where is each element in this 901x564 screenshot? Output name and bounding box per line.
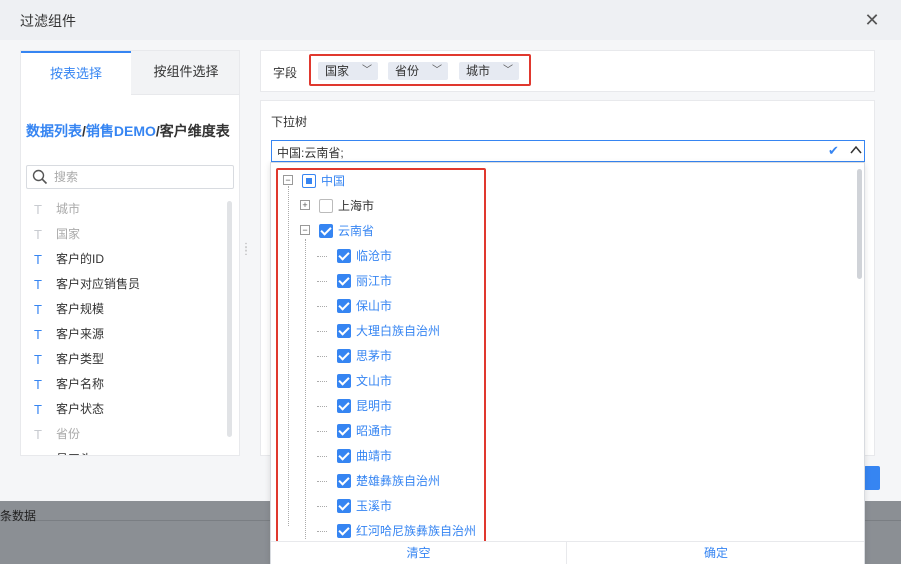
field-list-scrollbar[interactable] xyxy=(227,201,232,437)
field-name: 客户的ID xyxy=(56,252,105,266)
field-list-item[interactable]: T 客户类型 xyxy=(21,347,226,372)
search-icon xyxy=(32,169,48,185)
field-chips-highlight: 国家 ﹀ 省份 ﹀ 城市 ﹀ xyxy=(309,54,531,86)
field-chip-country[interactable]: 国家 ﹀ xyxy=(318,62,378,80)
field-search-box xyxy=(26,165,234,189)
tree-footer: 清空 确定 xyxy=(271,541,864,564)
chip-label: 国家 xyxy=(325,64,350,78)
confirm-button[interactable]: 确定 xyxy=(568,542,864,564)
check-icon: ✔ xyxy=(828,143,839,158)
field-list-item[interactable]: T 国家 xyxy=(21,222,226,247)
clear-button[interactable]: 清空 xyxy=(271,542,567,564)
field-list-item[interactable]: T 客户规模 xyxy=(21,297,226,322)
dropdown-tree-input[interactable]: 中国:云南省; ✔ xyxy=(271,140,865,162)
text-type-icon: T xyxy=(34,427,42,442)
field-name: 客户规模 xyxy=(56,302,105,316)
tab-by-component[interactable]: 按组件选择 xyxy=(131,51,239,95)
field-name: 客户状态 xyxy=(56,402,105,416)
field-list-item[interactable]: T 客户的ID xyxy=(21,247,226,272)
row-count-text: 条数据 xyxy=(0,509,37,523)
field-list-item[interactable]: T 城市 xyxy=(21,197,226,222)
close-icon[interactable]: ✕ xyxy=(862,10,882,30)
select-tabs: 按表选择 按组件选择 xyxy=(21,51,239,95)
text-type-icon: T xyxy=(34,202,42,217)
field-list-item[interactable]: T 员工头… xyxy=(21,447,226,455)
chevron-up-icon[interactable] xyxy=(849,143,863,157)
drag-handle-icon[interactable]: ⋮ ⋮ xyxy=(241,243,251,257)
confirm-button-partial[interactable] xyxy=(864,466,880,490)
field-list-item[interactable]: T 省份 xyxy=(21,422,226,447)
field-name: 省份 xyxy=(56,427,81,441)
field-name: 城市 xyxy=(56,202,81,216)
dialog-title: 过滤组件 xyxy=(20,13,76,29)
field-name: 国家 xyxy=(56,227,81,241)
text-type-icon: T xyxy=(34,302,42,317)
field-row: 字段 国家 ﹀ 省份 ﹀ 城市 ﹀ xyxy=(260,50,875,92)
text-type-icon: T xyxy=(34,277,42,292)
field-label: 字段 xyxy=(273,66,298,80)
field-list: T 城市 T 国家 T 客户的ID T 客户对应销售员 T 客户规模 T 客户来源 T 客户类型 T 客户名称… xyxy=(21,197,226,455)
field-name: 客户来源 xyxy=(56,327,105,341)
field-list-item[interactable]: T 客户对应销售员 xyxy=(21,272,226,297)
table-select-panel: 按表选择 按组件选择 数据列表/销售DEMO/客户维度表 T 城市 T 国家 T 客户的I… xyxy=(20,50,240,456)
tab-by-table[interactable]: 按表选择 xyxy=(21,51,131,95)
dropdown-tree-popup: − 中国 + 上海市 − 云南省 临沧市 丽江市 保山市 大理白族自治州 思茅市 文山市 昆明市 昭通市曲… xyxy=(270,162,865,564)
field-name: 客户名称 xyxy=(56,377,105,391)
dropdown-tree-label: 下拉树 xyxy=(271,115,308,129)
chevron-down-icon: ﹀ xyxy=(362,65,372,76)
chevron-down-icon: ﹀ xyxy=(432,65,442,76)
field-chip-province[interactable]: 省份 ﹀ xyxy=(388,62,448,80)
search-input[interactable] xyxy=(54,168,224,186)
text-type-icon: T xyxy=(34,402,42,417)
text-type-icon: T xyxy=(34,352,42,367)
field-chip-city[interactable]: 城市 ﹀ xyxy=(459,62,519,80)
field-name: 员工头… xyxy=(56,452,104,455)
dialog-titlebar: 过滤组件 ✕ xyxy=(0,0,901,40)
text-type-icon: T xyxy=(34,447,42,455)
tree-highlight-box xyxy=(276,168,486,546)
breadcrumb-sales-demo[interactable]: 销售DEMO xyxy=(86,123,156,139)
text-type-icon: T xyxy=(34,252,42,267)
chevron-down-icon: ﹀ xyxy=(503,65,513,76)
tree-scrollbar[interactable] xyxy=(857,169,862,279)
text-type-icon: T xyxy=(34,327,42,342)
chip-label: 城市 xyxy=(466,64,491,78)
chip-label: 省份 xyxy=(395,64,420,78)
breadcrumb: 数据列表/销售DEMO/客户维度表 xyxy=(26,121,230,141)
breadcrumb-data-list[interactable]: 数据列表 xyxy=(26,123,82,139)
field-list-item[interactable]: T 客户名称 xyxy=(21,372,226,397)
field-list-item[interactable]: T 客户来源 xyxy=(21,322,226,347)
field-list-item[interactable]: T 客户状态 xyxy=(21,397,226,422)
field-name: 客户类型 xyxy=(56,352,105,366)
text-type-icon: T xyxy=(34,377,42,392)
dropdown-tree-value: 中国:云南省; xyxy=(277,146,344,160)
breadcrumb-current-table: 客户维度表 xyxy=(159,123,230,139)
field-name: 客户对应销售员 xyxy=(56,277,141,291)
text-type-icon: T xyxy=(34,227,42,242)
